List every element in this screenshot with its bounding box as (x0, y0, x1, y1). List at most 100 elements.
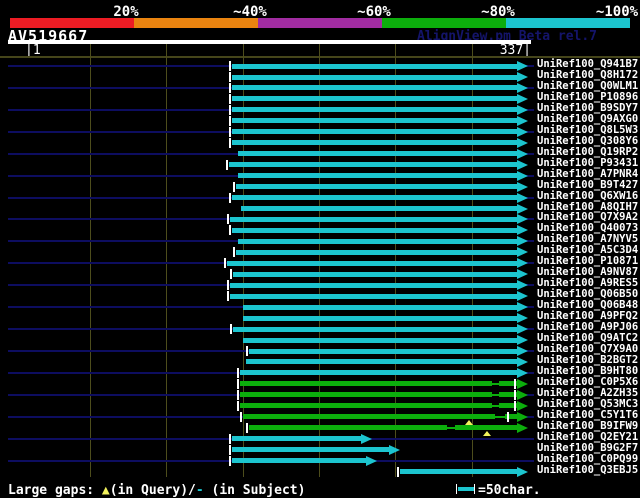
alignment-start-tick (236, 389, 239, 400)
alignment-start-tick (224, 258, 227, 269)
subject-gap-label: (in Subject) (203, 483, 306, 498)
hit-label[interactable]: UniRef100_Q3EBJ5 (537, 464, 638, 476)
alignment-start-tick (233, 181, 236, 192)
alignment-start-tick (230, 324, 233, 334)
query-gap-triangle-icon (464, 419, 473, 425)
identity-scale-segment (506, 18, 630, 28)
hit-arrowhead-icon (517, 137, 529, 148)
alignment-start-tick (225, 159, 228, 170)
hit-label[interactable]: UniRef100_C0PQ99 (537, 453, 638, 465)
hit-label[interactable]: UniRef100_P93431 (537, 157, 638, 169)
hit-alignment-bar (231, 63, 518, 69)
hit-arrowhead-icon (517, 389, 529, 400)
hit-alignment-bar (231, 96, 518, 102)
hit-arrowhead-icon (517, 324, 529, 334)
identity-scale-segment (134, 18, 258, 28)
alignment-start-tick (236, 400, 239, 411)
query-gap-label: (in Query)/ (109, 483, 196, 498)
alignment-start-tick (236, 367, 239, 378)
hit-alignment-bar (242, 337, 517, 343)
hit-alignment-bar (241, 206, 518, 211)
hit-alignment-bar (399, 469, 518, 474)
alignment-start-tick (227, 280, 230, 291)
hit-arrowhead-icon (517, 335, 529, 345)
hit-alignment-bar (231, 118, 518, 124)
hit-arrowhead-icon (517, 378, 529, 389)
query-gap-triangle-icon: ▲ (101, 483, 110, 498)
hit-alignment-bar (231, 74, 518, 80)
hit-arrowhead-icon (517, 203, 529, 214)
alignment-start-tick (228, 115, 231, 126)
large-gaps-label: Large gaps: (8, 483, 102, 498)
hit-alignment-bar (231, 458, 366, 464)
hit-arrowhead-icon (517, 181, 529, 192)
hit-alignment-bar (231, 447, 389, 453)
subject-gap-thin-line (491, 382, 500, 385)
alignment-start-tick (228, 455, 231, 466)
hit-arrowhead-icon (517, 313, 529, 324)
hit-alignment-bar (231, 140, 518, 146)
hit-arrowhead-icon (517, 367, 529, 378)
hit-arrowhead-icon (517, 82, 529, 93)
hit-alignment-bar (242, 414, 495, 420)
hit-arrowhead-icon (517, 126, 529, 137)
hit-arrowhead-icon (517, 61, 529, 71)
hit-alignment-bar (239, 381, 492, 387)
hit-arrowhead-icon (517, 247, 529, 258)
alignment-start-tick (233, 247, 236, 258)
scale-legend-right-tick (474, 484, 475, 494)
hit-arrowhead-icon (517, 72, 529, 82)
identity-scale-segment (258, 18, 382, 28)
alignment-start-tick (396, 466, 399, 477)
alignment-start-tick (228, 225, 231, 236)
hit-alignment-bar (233, 271, 518, 277)
alignment-start-tick (228, 137, 231, 148)
alignment-start-tick (228, 192, 231, 203)
hit-alignment-bar (231, 107, 518, 113)
hit-alignment-bar (239, 370, 518, 376)
alignment-start-tick (228, 61, 231, 71)
hit-label[interactable]: UniRef100_Q6XW16 (537, 190, 638, 202)
hit-label[interactable]: UniRef100_A7PNR4 (537, 168, 638, 180)
hit-arrowhead-icon (517, 269, 529, 280)
hit-arrowhead-icon (517, 93, 529, 104)
hit-arrowhead-icon (517, 280, 529, 291)
alignment-start-tick (239, 411, 242, 422)
alignview-screen: 20% ~40% ~60% ~80% ~100% AV519667 AlignView.… (0, 0, 640, 498)
subject-gap-thin-line (447, 426, 455, 429)
alignment-start-tick (228, 72, 231, 82)
alignment-start-tick (228, 433, 231, 444)
hit-arrowhead-icon (517, 346, 529, 356)
hit-arrowhead-icon (517, 258, 529, 269)
hit-label[interactable]: UniRef100_B9G2F7 (537, 442, 638, 454)
alignment-start-tick (228, 444, 231, 455)
alignment-start-tick (236, 378, 239, 389)
hit-arrowhead-icon (517, 291, 529, 302)
identity-scale-segment (382, 18, 506, 28)
hit-alignment-bar (248, 348, 518, 354)
hit-alignment-bar (231, 129, 518, 135)
hit-alignment-bar (454, 425, 518, 431)
hit-arrowhead-icon (517, 104, 529, 115)
hit-label[interactable]: UniRef100_B9T427 (537, 179, 638, 191)
alignment-end-tick (514, 378, 517, 389)
subject-gap-thin-line (491, 393, 500, 396)
hit-alignment-bar (230, 293, 518, 299)
alignment-end-tick (514, 400, 517, 411)
hit-alignment-bar (231, 436, 362, 442)
alignment-start-tick (245, 346, 248, 356)
hit-alignment-bar (242, 304, 517, 310)
hit-arrowhead-icon (517, 302, 529, 313)
hit-arrowhead-icon (517, 400, 529, 411)
alignment-start-tick (228, 104, 231, 115)
scale-legend-label: =50char. (478, 483, 541, 498)
hit-alignment-bar (238, 173, 518, 179)
hit-arrowhead-icon (388, 444, 400, 455)
hit-arrowhead-icon (361, 433, 373, 444)
hit-arrowhead-icon (517, 214, 529, 225)
alignment-start-tick (228, 82, 231, 93)
hit-label[interactable]: UniRef100_Q2EY21 (537, 431, 638, 443)
alignment-end-tick (506, 411, 509, 422)
query-sequence-bar (8, 40, 531, 44)
scale-legend-bar (458, 487, 474, 491)
